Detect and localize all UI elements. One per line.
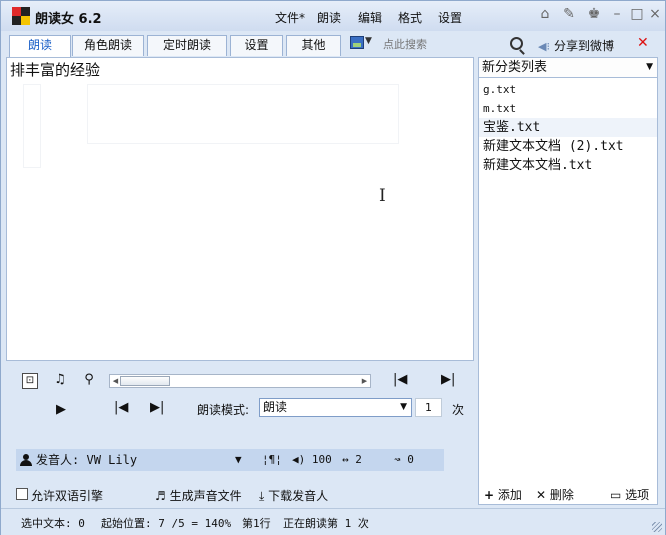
status-start: 起始位置: 7 /5 = 140% <box>101 517 232 530</box>
volume-value: 100 <box>311 453 332 466</box>
file-item[interactable]: 新建文本文档 (2).txt <box>479 137 657 156</box>
skip-back-icon[interactable]: |◀ <box>114 400 128 415</box>
tab-other[interactable]: 其他 <box>286 35 341 56</box>
chevron-down-icon: ▼ <box>646 62 653 72</box>
previous-icon[interactable]: |◀ <box>393 372 407 387</box>
options-button[interactable]: ▭ 选项 <box>610 486 649 503</box>
pitch-value: 0 <box>407 453 414 466</box>
app-title: 朗读女 6.2 <box>35 12 102 27</box>
speed-icon: ↔ <box>342 453 349 466</box>
person-icon <box>20 454 32 466</box>
bilingual-checkbox[interactable] <box>16 488 28 500</box>
text-editor[interactable]: 排丰富的经验 I <box>6 57 474 361</box>
share-label: 分享到微博 <box>553 39 614 53</box>
download-voice-label: 下载发音人 <box>268 489 329 503</box>
add-file-button[interactable]: + 添加 <box>484 486 522 503</box>
pitch-icon: ↝ <box>394 453 401 466</box>
text-cursor-icon: I <box>379 186 386 206</box>
picture-icon[interactable] <box>350 36 364 49</box>
app-window: 朗读女 6.2 文件* 朗读 编辑 格式 设置 ⌂ ✎ ♚ – □ × 朗读 角… <box>0 0 666 535</box>
file-item[interactable]: 宝鉴.txt <box>479 118 657 137</box>
skip-forward-icon[interactable]: ▶| <box>150 400 164 415</box>
scroll-left-icon[interactable]: ◀ <box>111 376 120 386</box>
file-open-icon[interactable]: ⊡ <box>22 373 38 389</box>
title-bar: 朗读女 6.2 文件* 朗读 编辑 格式 设置 ⌂ ✎ ♚ – □ × <box>1 1 665 31</box>
close-window-icon[interactable]: × <box>645 6 665 22</box>
menu-settings[interactable]: 设置 <box>438 9 462 26</box>
delete-label: 删除 <box>549 488 574 502</box>
volume-icon: ◀) <box>292 453 306 466</box>
speed-value: 2 <box>355 453 362 466</box>
next-icon[interactable]: ▶| <box>441 372 455 387</box>
voice-value: VW Lily <box>86 453 138 467</box>
category-select[interactable]: 新分类列表 ▼ <box>479 58 657 78</box>
repeat-count-input[interactable]: 1 <box>415 398 442 417</box>
editor-text: 排丰富的经验 <box>10 61 101 79</box>
skin-icon[interactable]: ♚ <box>584 6 604 22</box>
delete-file-button[interactable]: ✕ 删除 <box>536 486 574 503</box>
resize-grip-icon[interactable] <box>652 522 662 532</box>
mode-label: 朗读模式: <box>197 403 250 417</box>
search-icon[interactable] <box>510 37 523 50</box>
generate-audio-button[interactable]: ♬ 生成声音文件 <box>155 487 242 504</box>
file-item[interactable]: 新建文本文档.txt <box>479 156 657 175</box>
voice-bar: 发音人: VW Lily ▼ ¦¶¦ ◀) 100 ↔ 2 ↝ 0 <box>16 449 444 471</box>
volume-control[interactable]: ◀) 100 <box>292 449 332 471</box>
file-panel: 新分类列表 ▼ g.txt m.txt 宝鉴.txt 新建文本文档 (2).txt… <box>478 57 658 505</box>
download-voice-button[interactable]: ⤓ 下载发音人 <box>259 487 328 504</box>
faint-artifact <box>87 84 399 144</box>
menu-read[interactable]: 朗读 <box>317 9 341 26</box>
pitch-control[interactable]: ↝ 0 <box>394 449 414 471</box>
home-icon[interactable]: ⌂ <box>535 6 555 22</box>
scroll-thumb[interactable] <box>120 376 170 386</box>
category-value: 新分类列表 <box>482 60 548 75</box>
speaker-icon: ◀⁝ <box>538 40 550 53</box>
status-line: 第1行 <box>242 517 271 530</box>
status-reading: 正在朗读第 1 次 <box>283 517 369 530</box>
search-input[interactable] <box>380 36 502 53</box>
voice-label: 发音人: <box>36 453 80 467</box>
music-icon[interactable]: ♫ <box>52 373 68 389</box>
add-label: 添加 <box>497 488 522 502</box>
file-item[interactable]: m.txt <box>479 99 657 118</box>
options-label: 选项 <box>625 488 650 502</box>
bilingual-label: 允许双语引擎 <box>31 489 104 503</box>
voice-tune-icon[interactable]: ¦¶¦ <box>262 449 282 471</box>
menu-format[interactable]: 格式 <box>398 9 422 26</box>
voice-select[interactable]: 发音人: VW Lily ▼ <box>16 449 258 471</box>
minimize-icon[interactable]: – <box>607 6 627 22</box>
status-selected: 选中文本: 0 <box>21 517 85 530</box>
file-item[interactable]: g.txt <box>479 80 657 99</box>
generate-audio-label: 生成声音文件 <box>169 489 242 503</box>
download-icon: ⤓ <box>259 489 265 503</box>
chevron-down-icon[interactable]: ▼ <box>365 36 372 46</box>
repeat-unit: 次 <box>452 403 465 417</box>
speed-control[interactable]: ↔ 2 <box>342 449 362 471</box>
tab-role-read[interactable]: 角色朗读 <box>72 35 144 56</box>
mode-select[interactable]: 朗读 ▼ <box>259 398 412 417</box>
close-tab-icon[interactable]: ✕ <box>637 35 649 51</box>
app-logo-icon <box>12 7 30 25</box>
chevron-down-icon: ▼ <box>400 402 407 412</box>
microphone-icon[interactable]: ⚲ <box>81 373 97 389</box>
mode-value: 朗读 <box>263 400 288 414</box>
faint-artifact <box>23 84 41 168</box>
menu-edit[interactable]: 编辑 <box>358 9 382 26</box>
share-weibo-button[interactable]: ◀⁝ 分享到微博 <box>538 37 614 54</box>
progress-scrollbar[interactable]: ◀ ▶ <box>109 374 371 388</box>
play-icon[interactable]: ▶ <box>56 402 66 417</box>
brush-icon[interactable]: ✎ <box>559 6 579 22</box>
status-bar: 选中文本: 0 起始位置: 7 /5 = 140% 第1行 正在朗读第 1 次 <box>1 508 665 535</box>
generate-audio-icon: ♬ <box>155 489 166 503</box>
chevron-down-icon: ▼ <box>235 453 242 466</box>
tab-timed-read[interactable]: 定时朗读 <box>147 35 227 56</box>
tab-settings[interactable]: 设置 <box>230 35 283 56</box>
tab-read[interactable]: 朗读 <box>9 35 71 57</box>
file-actions: + 添加 ✕ 删除 ▭ 选项 <box>478 486 658 504</box>
menu-file[interactable]: 文件* <box>275 9 305 26</box>
maximize-icon[interactable]: □ <box>627 6 647 22</box>
file-list: g.txt m.txt 宝鉴.txt 新建文本文档 (2).txt 新建文本文档… <box>479 80 657 175</box>
scroll-right-icon[interactable]: ▶ <box>360 376 369 386</box>
